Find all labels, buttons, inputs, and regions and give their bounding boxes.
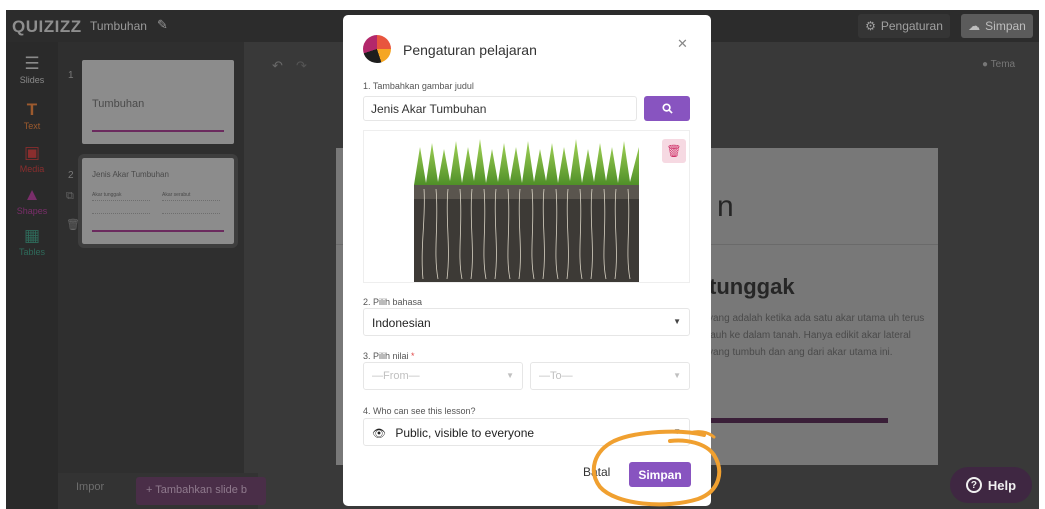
tool-media-label: Media <box>19 164 45 174</box>
media-icon: ▣ <box>23 143 41 162</box>
left-toolbar: ☰ Slides T Text ▣ Media ▲ Shapes ▦ Table… <box>6 42 58 509</box>
undo-icon[interactable]: ↶ <box>272 58 283 74</box>
tool-slides[interactable]: ☰ Slides <box>6 54 58 85</box>
delete-image-button[interactable]: 🗑 <box>662 139 686 163</box>
tool-shapes-label: Shapes <box>16 206 48 216</box>
close-icon[interactable]: ✕ <box>677 36 688 52</box>
text-icon: T <box>26 100 38 119</box>
slides-panel: 1 Tumbuhan 2 ⧉ 🗑 Jenis Akar Tumbuhan Aka… <box>58 42 244 509</box>
slides-icon: ☰ <box>24 54 40 73</box>
redo-icon[interactable]: ↷ <box>296 58 307 74</box>
tool-tables[interactable]: ▦ Tables <box>6 226 58 257</box>
thumbnail-text-block <box>162 200 220 214</box>
grade-field-label-text: 3. Pilih nilai <box>363 351 409 361</box>
shapes-icon: ▲ <box>23 185 41 204</box>
caret-down-icon: ▼ <box>673 371 681 380</box>
slide-thumbnail-title: Jenis Akar Tumbuhan <box>92 170 169 179</box>
import-button[interactable]: Impor <box>76 481 104 493</box>
lesson-settings-dialog: Pengaturan pelajaran ✕ 1. Tambahkan gamb… <box>343 15 711 506</box>
tool-tables-label: Tables <box>18 247 45 257</box>
tool-media[interactable]: ▣ Media <box>6 143 58 174</box>
palette-icon: ● <box>982 59 989 70</box>
help-button-label: Help <box>987 477 1017 493</box>
title-image-container: 🗑 <box>363 130 690 283</box>
tool-text-label: Text <box>23 121 41 131</box>
grade-from-select[interactable]: —From— ▼ <box>363 362 523 390</box>
slide-thumbnail-title: Tumbuhan <box>92 98 145 110</box>
settings-button-label: Pengaturan <box>880 19 943 33</box>
language-field-label: 2. Pilih bahasa <box>363 297 423 307</box>
thumbnail-text-block <box>92 200 150 214</box>
slide-number: 2 <box>68 170 74 181</box>
slide-number: 1 <box>68 70 74 81</box>
preview-body-text: yang adalah ketika ada satu akar utama u… <box>708 313 925 358</box>
top-save-button[interactable]: ☁ Simpan <box>961 14 1033 38</box>
top-save-button-label: Simpan <box>985 19 1026 33</box>
preview-title-fragment: n <box>717 190 734 223</box>
visibility-select-value: Public, visible to everyone <box>395 426 535 440</box>
document-title[interactable]: Tumbuhan <box>90 19 147 33</box>
language-select-value: Indonesian <box>372 316 431 330</box>
trash-icon[interactable]: 🗑 <box>66 218 80 231</box>
tables-icon: ▦ <box>23 226 41 245</box>
caret-down-icon: ▼ <box>673 317 681 326</box>
cloud-icon: ☁ <box>968 19 981 33</box>
add-slide-button[interactable]: + Tambahkan slide b <box>136 477 266 505</box>
pencil-icon[interactable]: ✎ <box>157 17 168 33</box>
trash-icon: 🗑 <box>666 144 682 158</box>
theme-button[interactable]: ● Tema <box>982 59 1015 70</box>
required-marker: * <box>411 351 415 361</box>
search-icon <box>661 103 673 114</box>
quizizz-logo-icon <box>363 35 391 63</box>
caret-down-icon: ▼ <box>673 427 681 436</box>
tool-shapes[interactable]: ▲ Shapes <box>6 185 58 216</box>
image-search-button[interactable] <box>644 96 690 121</box>
thumbnail-column-heading: Akar tunggak <box>92 192 122 198</box>
visibility-select[interactable]: 👁 Public, visible to everyone ▼ <box>363 418 690 446</box>
eye-icon: 👁 <box>372 428 386 440</box>
grade-field-label: 3. Pilih nilai * <box>363 351 415 361</box>
image-search-input[interactable]: Jenis Akar Tumbuhan <box>363 96 637 121</box>
duplicate-icon[interactable]: ⧉ <box>66 190 74 203</box>
gear-icon: ⚙ <box>865 19 876 33</box>
save-button[interactable]: Simpan <box>629 462 691 487</box>
quizizz-logo[interactable]: QUIZIZZ <box>12 17 82 37</box>
title-image <box>414 137 639 282</box>
thumbnail-divider <box>92 130 224 132</box>
caret-down-icon: ▼ <box>506 371 514 380</box>
tool-slides-label: Slides <box>19 75 45 85</box>
theme-button-label: Tema <box>990 59 1016 70</box>
question-circle-icon: ? <box>965 477 982 493</box>
slide-thumbnail-2[interactable]: Jenis Akar Tumbuhan Akar tunggak Akar se… <box>78 154 238 248</box>
slide-thumbnail-1[interactable]: Tumbuhan <box>82 60 234 144</box>
visibility-field-label: 4. Who can see this lesson? <box>363 406 476 416</box>
tool-text[interactable]: T Text <box>6 100 58 131</box>
image-field-label: 1. Tambahkan gambar judul <box>363 81 474 91</box>
grade-to-placeholder: —To— <box>539 370 573 382</box>
language-select[interactable]: Indonesian ▼ <box>363 308 690 336</box>
grade-from-placeholder: —From— <box>372 370 420 382</box>
help-button[interactable]: ? Help <box>950 467 1032 503</box>
preview-heading: tunggak <box>709 274 795 299</box>
cancel-button[interactable]: Batal <box>583 465 610 479</box>
preview-accent-bar <box>710 418 888 423</box>
settings-button[interactable]: ⚙ Pengaturan <box>858 14 950 38</box>
grade-to-select[interactable]: —To— ▼ <box>530 362 690 390</box>
dialog-title: Pengaturan pelajaran <box>403 42 537 58</box>
thumbnail-column-heading: Akar serabut <box>162 192 191 198</box>
thumbnail-divider <box>92 230 224 232</box>
bottom-bar: Impor + Tambahkan slide b <box>58 473 266 509</box>
